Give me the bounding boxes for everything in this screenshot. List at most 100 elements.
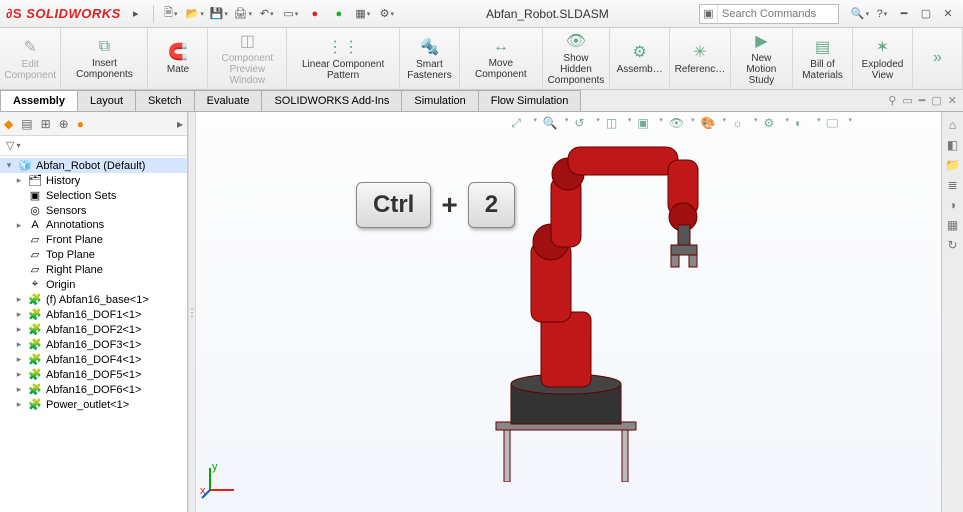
layers-icon[interactable]: ≣: [947, 178, 957, 192]
tree-item[interactable]: ▸🧩Abfan16_DOF2<1>: [0, 322, 187, 337]
tree-item[interactable]: ▸🧩Abfan16_DOF6<1>: [0, 382, 187, 397]
display-tab-icon[interactable]: ▤: [21, 117, 32, 131]
twist-icon[interactable]: ▸: [14, 294, 24, 305]
ribbon-motion-study[interactable]: ▶New MotionStudy: [731, 28, 793, 89]
settings-button[interactable]: ⚙: [378, 5, 396, 23]
tree-item[interactable]: ▱Front Plane: [0, 232, 187, 247]
ribbon-bom[interactable]: ▤Bill ofMaterials: [793, 28, 853, 89]
tab-sketch[interactable]: Sketch: [135, 90, 195, 111]
twist-icon[interactable]: ▸: [14, 339, 24, 350]
maximize-button[interactable]: ▢: [917, 5, 935, 23]
tab-layout[interactable]: Layout: [77, 90, 136, 111]
tree-item[interactable]: ▸🧩Abfan16_DOF4<1>: [0, 352, 187, 367]
tree-item[interactable]: ▣Selection Sets: [0, 188, 187, 203]
tab-assembly[interactable]: Assembly: [0, 90, 78, 111]
assembly-icon: ⚙: [633, 42, 647, 62]
tree-item[interactable]: ⌖Origin: [0, 277, 187, 292]
window-close-icon[interactable]: ✕: [948, 94, 957, 107]
appearance-tab-icon[interactable]: ●: [77, 117, 84, 131]
minimize-button[interactable]: ━: [895, 5, 913, 23]
save-button[interactable]: 💾: [210, 5, 228, 23]
ribbon-show-hidden[interactable]: 👁Show HiddenComponents: [543, 28, 611, 89]
pin-icon[interactable]: ⚲: [888, 94, 896, 107]
tree-item[interactable]: ▱Right Plane: [0, 262, 187, 277]
bom-icon: ▤: [815, 37, 830, 57]
ribbon: ✎EditComponent⧉Insert Components🧲Mate◫Co…: [0, 28, 963, 90]
close-button[interactable]: ✕: [939, 5, 957, 23]
config-tab-icon[interactable]: ◆: [4, 117, 13, 131]
ribbon-overflow[interactable]: »: [913, 28, 963, 89]
screen-icon[interactable]: 🖵: [827, 116, 843, 132]
new-button[interactable]: 🗎: [162, 5, 180, 23]
home-icon[interactable]: ⌂: [949, 118, 956, 132]
tree-item[interactable]: ▸🧩Abfan16_DOF3<1>: [0, 337, 187, 352]
ribbon-insert-components[interactable]: ⧉Insert Components: [61, 28, 148, 89]
search-commands[interactable]: ▣: [699, 4, 839, 24]
node-label: Abfan16_DOF5<1>: [46, 369, 141, 381]
ribbon-exploded-view[interactable]: ✶ExplodedView: [853, 28, 913, 89]
splitter-handle[interactable]: [188, 112, 196, 512]
work-area: ◆ ▤ ⊞ ⊕ ● ▸ ▽ ▾ ▾🧊Abfan_Robot (Default)▸…: [0, 112, 963, 512]
options-button[interactable]: ▦: [354, 5, 372, 23]
twist-icon[interactable]: ▸: [14, 220, 24, 231]
key-2: 2: [468, 182, 515, 228]
palette-icon[interactable]: ◑: [949, 198, 956, 212]
search-magnify-icon[interactable]: 🔍: [851, 5, 869, 23]
rebuild-green-icon[interactable]: ●: [330, 5, 348, 23]
ribbon-reference[interactable]: ✳Referenc…: [670, 28, 731, 89]
undo-button[interactable]: ↶: [258, 5, 276, 23]
view-settings-icon[interactable]: ⚙: [763, 116, 779, 132]
tab-flow-simulation[interactable]: Flow Simulation: [478, 90, 582, 111]
node-icon: ◎: [28, 204, 42, 217]
window-max-icon[interactable]: ▢: [931, 94, 941, 107]
tab-simulation[interactable]: Simulation: [401, 90, 478, 111]
tree-item[interactable]: ▸🧩Abfan16_DOF1<1>: [0, 307, 187, 322]
window-restore-icon[interactable]: ━: [919, 94, 926, 107]
ribbon-linear-pattern[interactable]: ⋮⋮Linear Component Pattern: [287, 28, 400, 89]
twist-icon[interactable]: ▸: [14, 175, 24, 186]
folder-icon[interactable]: 📁: [945, 158, 960, 172]
graphics-viewport[interactable]: ⤢▾🔍▾↺▾◫▾▣▾👁▾🎨▾☼▾⚙▾◐▾🖵▾: [196, 112, 963, 512]
print-button[interactable]: 🖨: [234, 5, 252, 23]
tree-item[interactable]: ▸🧩Abfan16_DOF5<1>: [0, 367, 187, 382]
tree-item[interactable]: ▸🗂History: [0, 173, 187, 188]
window-min-icon[interactable]: ▭: [902, 94, 912, 107]
twist-icon[interactable]: ▸: [14, 369, 24, 380]
search-input[interactable]: [718, 8, 838, 20]
target-tab-icon[interactable]: ⊕: [59, 117, 69, 131]
flyout-icon[interactable]: ▸: [127, 5, 145, 23]
tree-item[interactable]: ▸🧩Power_outlet<1>: [0, 397, 187, 412]
refresh-icon[interactable]: ↻: [947, 238, 957, 252]
ribbon-mate[interactable]: 🧲Mate: [148, 28, 208, 89]
tab-solidworks-add-ins[interactable]: SOLIDWORKS Add-Ins: [261, 90, 402, 111]
tree-item[interactable]: ▸🧩(f) Abfan16_base<1>: [0, 292, 187, 307]
twist-icon[interactable]: ▸: [14, 354, 24, 365]
help-button[interactable]: ?: [873, 5, 891, 23]
tree-item[interactable]: ▱Top Plane: [0, 247, 187, 262]
feature-tree[interactable]: ▾🧊Abfan_Robot (Default)▸🗂History▣Selecti…: [0, 156, 187, 512]
property-tab-icon[interactable]: ⊞: [41, 117, 51, 131]
ribbon-move-component[interactable]: ↔Move Component: [460, 28, 543, 89]
twist-icon[interactable]: ▸: [14, 399, 24, 410]
view-triad[interactable]: y x: [200, 460, 240, 500]
rebuild-red-icon[interactable]: ●: [306, 5, 324, 23]
tree-item[interactable]: ◎Sensors: [0, 203, 187, 218]
ribbon-smart-fasteners[interactable]: 🔩SmartFasteners: [400, 28, 460, 89]
ribbon-assembly[interactable]: ⚙Assemb…: [610, 28, 670, 89]
twist-icon[interactable]: ▸: [14, 324, 24, 335]
twist-icon[interactable]: ▸: [14, 309, 24, 320]
tree-item[interactable]: ▾🧊Abfan_Robot (Default): [0, 158, 187, 173]
twist-icon[interactable]: ▾: [4, 160, 14, 171]
render-icon[interactable]: ◐: [795, 116, 811, 132]
open-button[interactable]: 📂: [186, 5, 204, 23]
node-icon: A: [28, 219, 42, 231]
svg-text:y: y: [212, 461, 218, 473]
filter-row[interactable]: ▽ ▾: [0, 136, 187, 156]
twist-icon[interactable]: ▸: [14, 384, 24, 395]
select-button[interactable]: ▭: [282, 5, 300, 23]
panel-expand-icon[interactable]: ▸: [177, 117, 183, 131]
grid-icon[interactable]: ▦: [947, 218, 958, 232]
tree-item[interactable]: ▸AAnnotations: [0, 218, 187, 232]
cube-icon[interactable]: ◧: [947, 138, 958, 152]
tab-evaluate[interactable]: Evaluate: [194, 90, 263, 111]
